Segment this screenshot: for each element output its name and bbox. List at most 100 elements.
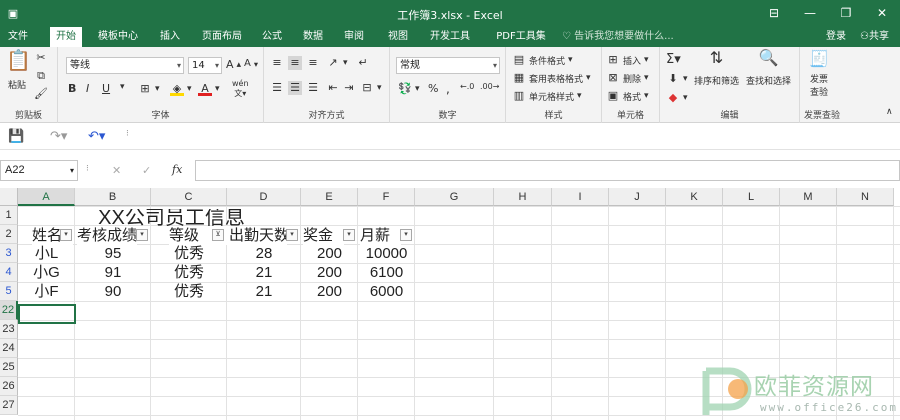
underline-button[interactable]: U (102, 82, 110, 95)
row-header-2[interactable]: 2 (0, 225, 18, 244)
restore-button[interactable]: ❐ (828, 0, 864, 27)
align-center-icon[interactable]: ☰ (288, 81, 302, 95)
data-cell[interactable]: 90 (75, 282, 151, 301)
tab-page-layout[interactable]: 页面布局 (198, 27, 246, 47)
tab-insert[interactable]: 插入 (155, 27, 185, 47)
name-box[interactable]: A22 ▾ (0, 160, 78, 181)
tab-developer[interactable]: 开发工具 (426, 27, 474, 47)
bold-button[interactable]: B (68, 82, 76, 95)
insert-cells-button[interactable]: ⊞ 插入 ▾ (606, 53, 648, 67)
filter-dropdown-icon[interactable]: ▾ (136, 229, 148, 241)
conditional-formatting-button[interactable]: ▤ 条件格式 ▾ (512, 53, 573, 67)
format-as-table-button[interactable]: ▦ 套用表格格式 ▾ (512, 71, 591, 85)
filter-dropdown-icon[interactable]: ▾ (343, 229, 355, 241)
row-header-25[interactable]: 25 (0, 358, 18, 377)
fill-color-icon[interactable]: ◈ ▾ (170, 82, 192, 96)
decrease-indent-icon[interactable]: ⇤ (326, 81, 340, 95)
align-middle-icon[interactable]: ≡ (288, 56, 302, 70)
name-box-dropdown-icon[interactable]: ▾ (70, 161, 74, 180)
accounting-format-icon[interactable]: 💱 ▾ (398, 82, 419, 96)
save-icon[interactable]: 💾 (8, 129, 24, 144)
merge-center-icon[interactable]: ⊟ ▾ (360, 81, 381, 95)
column-header-h[interactable]: H (494, 188, 552, 206)
tab-data[interactable]: 数据 (299, 27, 327, 47)
row-header-23[interactable]: 23 (0, 320, 18, 339)
align-left-icon[interactable]: ☰ (270, 81, 284, 95)
data-cell[interactable]: 优秀 (151, 244, 227, 263)
redo-icon[interactable]: ↷▾ (50, 129, 67, 144)
ribbon-display-icon[interactable]: ⊟ (756, 0, 792, 27)
column-header-b[interactable]: B (75, 188, 151, 206)
column-header-g[interactable]: G (415, 188, 494, 206)
column-header-j[interactable]: J (609, 188, 666, 206)
column-header-l[interactable]: L (723, 188, 780, 206)
formula-input[interactable] (195, 160, 900, 181)
orientation-icon[interactable]: ↗ ▾ (326, 56, 347, 70)
row-header-24[interactable]: 24 (0, 339, 18, 358)
insert-function-button[interactable]: fx (172, 163, 182, 176)
comma-style-button[interactable]: , (446, 82, 450, 96)
cut-icon[interactable]: ✂ (34, 51, 48, 65)
row-header-3[interactable]: 3 (0, 244, 18, 263)
percent-button[interactable]: % (428, 82, 438, 95)
increase-indent-icon[interactable]: ⇥ (342, 81, 356, 95)
column-header-a[interactable]: A (18, 188, 75, 206)
undo-icon[interactable]: ↶▾ (88, 129, 105, 144)
tab-file[interactable]: 文件 (0, 27, 36, 47)
align-bottom-icon[interactable]: ≡ (306, 56, 320, 70)
customize-qat-icon[interactable]: ⁝ (126, 129, 129, 139)
italic-button[interactable]: I (86, 82, 89, 95)
column-header-d[interactable]: D (227, 188, 301, 206)
paste-button[interactable]: 📋 粘贴 (6, 50, 31, 91)
data-cell[interactable]: 6000 (358, 282, 415, 301)
invoice-check-button[interactable]: 🧾 发票 查验 (808, 51, 830, 99)
wrap-text-icon[interactable]: ↵ (356, 56, 370, 70)
find-select-button[interactable]: 🔍 查找和选择 (746, 50, 791, 88)
sort-filter-button[interactable]: ⇅ 排序和筛选 (694, 50, 739, 88)
column-header-f[interactable]: F (358, 188, 415, 206)
data-cell[interactable]: 21 (227, 282, 301, 301)
data-cell[interactable]: 6100 (358, 263, 415, 282)
number-format-select[interactable]: 常规 ▾ (396, 57, 500, 74)
column-header-i[interactable]: I (552, 188, 609, 206)
data-cell[interactable]: 95 (75, 244, 151, 263)
data-cell[interactable]: 优秀 (151, 282, 227, 301)
data-cell[interactable]: 200 (301, 244, 358, 263)
align-right-icon[interactable]: ☰ (306, 81, 320, 95)
data-cell[interactable]: 21 (227, 263, 301, 282)
active-cell-selection[interactable] (18, 304, 76, 324)
cell-styles-button[interactable]: ▥ 单元格样式 ▾ (512, 89, 582, 103)
format-cells-button[interactable]: ▣ 格式 ▾ (606, 89, 649, 103)
decrease-decimal-icon[interactable]: .00→ (480, 82, 499, 91)
login-button[interactable]: 登录 (826, 27, 846, 47)
filter-dropdown-icon[interactable]: ⊻ (212, 229, 224, 241)
select-all-corner[interactable] (0, 188, 18, 206)
row-header-26[interactable]: 26 (0, 377, 18, 396)
borders-icon[interactable]: ⊞ ▾ (138, 82, 159, 96)
filter-dropdown-icon[interactable]: ▾ (60, 229, 72, 241)
clear-icon[interactable]: ◆ ▾ (666, 91, 688, 105)
align-top-icon[interactable]: ≡ (270, 56, 284, 70)
column-header-m[interactable]: M (780, 188, 837, 206)
data-cell[interactable]: 28 (227, 244, 301, 263)
increase-decimal-icon[interactable]: ←.0 (460, 82, 474, 91)
shrink-font-icon[interactable]: A ▾ (244, 58, 258, 69)
column-header-c[interactable]: C (151, 188, 227, 206)
tab-review[interactable]: 审阅 (340, 27, 368, 47)
enter-icon[interactable]: ✓ (142, 164, 151, 177)
tab-formulas[interactable]: 公式 (258, 27, 286, 47)
minimize-button[interactable]: — (792, 0, 828, 27)
phonetic-button[interactable]: wén 文▾ (232, 79, 249, 99)
data-cell[interactable]: 200 (301, 263, 358, 282)
delete-cells-button[interactable]: ⊠ 删除 ▾ (606, 71, 648, 85)
data-cell[interactable]: 小G (18, 263, 75, 282)
filter-dropdown-icon[interactable]: ▾ (400, 229, 412, 241)
tab-view[interactable]: 视图 (384, 27, 412, 47)
underline-dropdown-icon[interactable]: ▾ (120, 82, 125, 92)
filter-dropdown-icon[interactable]: ▾ (286, 229, 298, 241)
row-header-22[interactable]: 22 (0, 301, 18, 320)
grow-font-icon[interactable]: A ▴ (226, 58, 241, 71)
row-header-4[interactable]: 4 (0, 263, 18, 282)
tab-home[interactable]: 开始 (50, 27, 82, 47)
font-color-icon[interactable]: A ▾ (198, 82, 220, 96)
